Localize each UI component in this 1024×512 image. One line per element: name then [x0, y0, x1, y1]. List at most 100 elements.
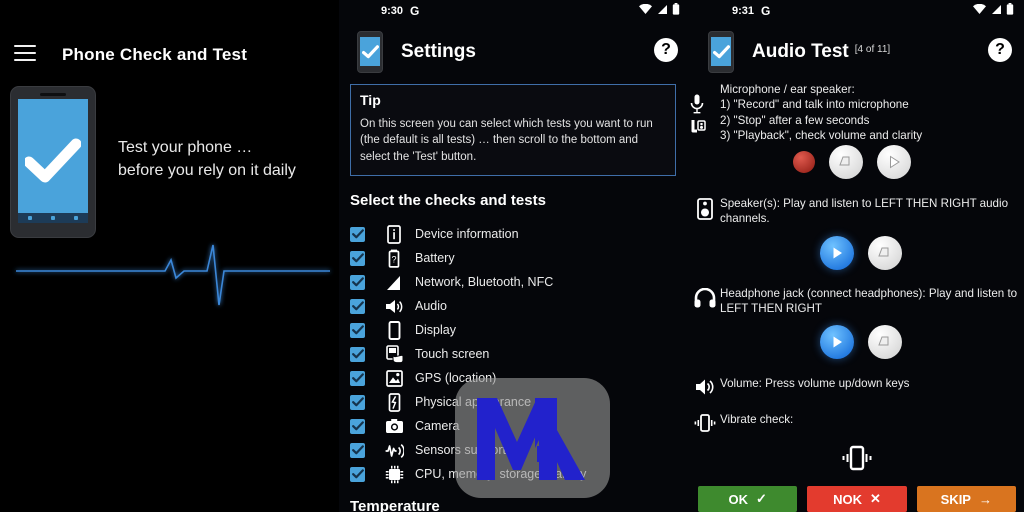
status-icons [973, 3, 1014, 15]
phone-outline-icon [388, 320, 400, 340]
vibrate-icon-wrap [690, 412, 720, 432]
checkbox-display[interactable] [350, 322, 365, 338]
record-button[interactable] [793, 151, 815, 173]
mic-line-4: 3) "Playback", check volume and clarity [720, 129, 923, 143]
battery-icon [672, 3, 680, 15]
gps-icon-wrap [383, 369, 405, 388]
signal-icon-wrap [383, 273, 405, 292]
checkmark-icon [351, 445, 364, 455]
play-icon [833, 247, 842, 259]
tagline-line-1: Test your phone … [118, 139, 253, 156]
playback-button[interactable] [877, 145, 911, 179]
checkmark-icon [351, 421, 364, 431]
checkbox-sensors-supported[interactable] [350, 442, 365, 458]
checkbox-cpu-memory-storage-battery[interactable] [350, 466, 365, 482]
help-label: ? [995, 41, 1005, 58]
hamburger-menu-icon[interactable] [14, 45, 36, 61]
stop-button[interactable] [868, 325, 902, 359]
microphone-icons [690, 82, 720, 144]
checkmark-icon [712, 44, 730, 58]
signal-icon [992, 4, 1001, 14]
check-label: Display [415, 323, 456, 337]
stop-icon [878, 336, 889, 346]
microphone-icon [690, 94, 704, 114]
help-circle-icon[interactable]: ? [988, 38, 1012, 62]
nok-button[interactable]: NOK ✕ [807, 486, 907, 512]
checkbox-device-information[interactable] [350, 226, 365, 242]
phone-outline-icon-wrap [383, 320, 405, 340]
vibrate-phone-icon[interactable] [690, 445, 1024, 471]
action-glyph: ✕ [869, 491, 881, 506]
checkbox-physical-appearance[interactable] [350, 394, 365, 410]
check-row[interactable]: Touch screen [350, 342, 684, 366]
volume-icon [385, 299, 402, 313]
checkbox-network-bluetooth-nfc[interactable] [350, 274, 365, 290]
phone-speaker-slot [40, 93, 66, 96]
cpu-icon-wrap [383, 465, 405, 484]
checkbox-battery[interactable] [350, 250, 365, 266]
mic-line-3: 2) "Stop" after a few seconds [720, 113, 870, 127]
checkbox-touch-screen[interactable] [350, 346, 365, 362]
wifi-icon [973, 3, 986, 14]
touch-icon [385, 344, 403, 363]
gps-icon [385, 369, 403, 387]
info-icon-wrap [383, 224, 405, 244]
check-row[interactable]: Sensors supported [350, 438, 684, 462]
check-row[interactable]: Camera [350, 414, 684, 438]
check-row[interactable]: Display [350, 318, 684, 342]
play-button[interactable] [820, 236, 854, 270]
check-row[interactable]: Physical appearance [350, 390, 684, 414]
ecg-heartbeat-line [16, 244, 330, 306]
check-row[interactable]: Audio [350, 294, 684, 318]
status-icons [639, 3, 680, 15]
check-label: Physical appearance [415, 395, 532, 409]
headphone-instructions: Headphone jack (connect headphones): Pla… [720, 287, 1018, 316]
touch-icon-wrap [383, 344, 405, 364]
app-logo-phone-icon [10, 86, 96, 238]
check-row[interactable]: Device information [350, 222, 684, 246]
checkmark-icon [351, 325, 364, 335]
volume-icon-wrap [383, 297, 405, 316]
mic-line-1: Microphone / ear speaker: [720, 83, 855, 96]
check-row[interactable]: ? Battery [350, 246, 684, 270]
skip-button[interactable]: SKIP → [916, 486, 1016, 512]
phone-screen [360, 37, 380, 66]
cpu-icon [385, 465, 403, 483]
checkbox-gps-location[interactable] [350, 370, 365, 386]
speaker-instructions: Speaker(s): Play and listen to LEFT THEN… [720, 197, 1009, 226]
checkmark-icon [351, 229, 364, 239]
check-row[interactable]: GPS (location) [350, 366, 684, 390]
vibrate-instructions: Vibrate check: [720, 413, 794, 426]
volume-instructions: Volume: Press volume up/down keys [720, 377, 910, 390]
headphones-icon [694, 288, 716, 308]
audio-test-panel: 9:31 G Audio Test [4 of 11] ? Microphone… [690, 0, 1024, 512]
vibrate-icon [694, 414, 716, 432]
status-bar: 9:30 G [339, 0, 690, 22]
checkbox-camera[interactable] [350, 418, 365, 434]
help-circle-icon[interactable]: ? [654, 38, 678, 62]
action-label: OK [728, 491, 748, 507]
volume-icon-wrap [690, 376, 720, 396]
stop-button[interactable] [829, 145, 863, 179]
signal-icon [658, 4, 667, 14]
play-button[interactable] [820, 325, 854, 359]
checkbox-audio[interactable] [350, 298, 365, 314]
status-time: 9:30 [381, 5, 404, 17]
camera-icon-wrap [383, 417, 405, 436]
mic-line-2: 1) "Record" and talk into microphone [720, 98, 909, 112]
check-label: CPU, memory, storage, battery [415, 467, 587, 481]
checkmark-icon [351, 277, 364, 287]
stop-button[interactable] [868, 236, 902, 270]
tip-heading: Tip [360, 92, 381, 108]
ok-button[interactable]: OK ✓ [698, 486, 798, 512]
checkmark-icon [351, 397, 364, 407]
check-row[interactable]: CPU, memory, storage, battery [350, 462, 684, 486]
checkmark-icon [351, 349, 364, 359]
check-row[interactable]: Network, Bluetooth, NFC [350, 270, 684, 294]
check-label: Network, Bluetooth, NFC [415, 275, 554, 289]
headphone-section: Headphone jack (connect headphones): Pla… [690, 286, 1018, 317]
earpiece-call-icon [691, 119, 706, 133]
action-label: SKIP [940, 491, 971, 507]
app-logo-phone-icon [357, 31, 383, 73]
audio-test-header: Audio Test [4 of 11] [690, 30, 1024, 74]
